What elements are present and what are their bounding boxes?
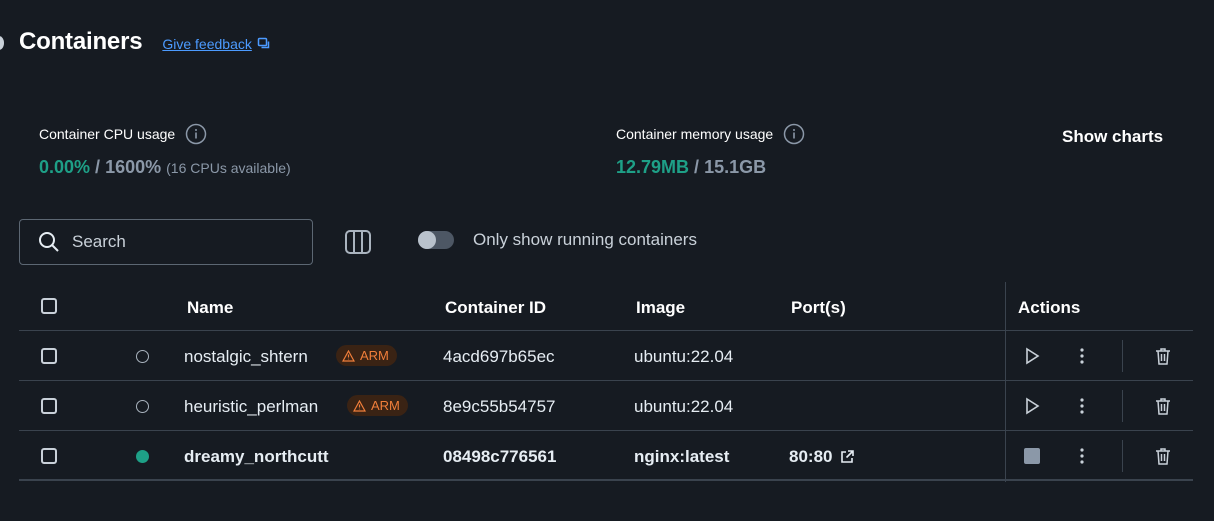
search-icon [39,232,59,252]
row-checkbox[interactable] [41,448,57,464]
table-row[interactable]: nostalgic_shtern ARM 4acd697b65ec ubuntu… [19,331,1193,381]
page-title: Containers [19,28,143,55]
warning-icon [353,399,366,412]
more-options-icon[interactable] [1071,395,1093,417]
delete-icon[interactable] [1152,345,1174,367]
container-image[interactable]: nginx:latest [634,447,729,467]
give-feedback-link[interactable]: Give feedback [162,36,271,52]
external-link-icon [841,450,855,463]
give-feedback-label: Give feedback [162,36,252,52]
cpu-usage-stat: Container CPU usage 0.00% / 1600% (16 CP… [39,122,291,178]
cpu-usage-label: Container CPU usage [39,126,176,142]
start-icon[interactable] [1021,345,1043,367]
table-header: Name Container ID Image Port(s) Actions [19,282,1193,331]
feedback-icon [257,37,270,49]
cpu-note: (16 CPUs available) [166,160,291,176]
status-stopped-icon [136,400,149,413]
arch-badge: ARM [336,345,397,366]
memory-used: 12.79MB [616,157,690,177]
status-stopped-icon [136,350,149,363]
status-running-icon [136,450,149,463]
arch-badge-label: ARM [371,398,400,413]
action-separator [1122,390,1123,422]
more-options-icon[interactable] [1071,445,1093,467]
containers-table: Name Container ID Image Port(s) Actions … [19,282,1193,481]
container-id: 8e9c55b54757 [443,397,556,416]
memory-usage-label: Container memory usage [616,126,774,142]
memory-separator: / [689,157,705,177]
search-placeholder: Search [72,232,126,251]
container-name[interactable]: dreamy_northcutt [184,447,329,467]
search-input[interactable]: Search [19,219,313,265]
port-link[interactable]: 80:80 [789,447,855,467]
warning-icon [342,349,355,362]
container-name[interactable]: heuristic_perlman [184,397,318,417]
delete-icon[interactable] [1152,445,1174,467]
running-only-toggle[interactable]: Only show running containers [418,230,697,250]
action-separator [1122,340,1123,372]
stop-icon[interactable] [1021,445,1043,467]
container-image[interactable]: ubuntu:22.04 [634,347,733,367]
start-icon[interactable] [1021,395,1043,417]
column-header-actions: Actions [1018,298,1081,317]
toggle-switch[interactable] [418,231,454,249]
columns-icon[interactable] [344,229,372,255]
toggle-label: Only show running containers [473,230,697,249]
arch-badge: ARM [347,395,408,416]
row-checkbox[interactable] [41,348,57,364]
column-header-container-id[interactable]: Container ID [445,298,546,318]
cpu-usage-value: 0.00% / 1600% (16 CPUs available) [39,157,291,178]
port-label: 80:80 [789,447,833,466]
memory-usage-value: 12.79MB / 15.1GB [616,157,805,178]
arch-badge-label: ARM [360,348,389,363]
collapsed-nav-edge[interactable] [0,36,4,50]
cpu-used: 0.00% [39,157,91,177]
table-row[interactable]: heuristic_perlman ARM 8e9c55b54757 ubunt… [19,381,1193,431]
column-header-image[interactable]: Image [636,298,685,318]
page-header: Containers Give feedback [19,28,271,56]
info-icon[interactable] [783,123,805,145]
container-id: 4acd697b65ec [443,347,555,366]
memory-usage-stat: Container memory usage 12.79MB / 15.1GB [616,122,805,178]
more-options-icon[interactable] [1071,345,1093,367]
column-header-ports[interactable]: Port(s) [791,298,846,318]
row-checkbox[interactable] [41,398,57,414]
show-charts-button[interactable]: Show charts [1062,127,1163,147]
delete-icon[interactable] [1152,395,1174,417]
info-icon[interactable] [185,123,207,145]
container-image[interactable]: ubuntu:22.04 [634,397,733,417]
action-separator [1122,440,1123,472]
table-row[interactable]: dreamy_northcutt 08498c776561 nginx:late… [19,431,1193,481]
select-all-checkbox[interactable] [41,298,57,314]
container-id: 08498c776561 [443,447,557,466]
memory-total: 15.1GB [704,157,767,177]
container-name[interactable]: nostalgic_shtern [184,347,308,367]
toggle-knob [418,231,436,249]
column-header-name[interactable]: Name [187,298,233,318]
cpu-total: 1600% [105,157,162,177]
cpu-separator: / [90,157,106,177]
